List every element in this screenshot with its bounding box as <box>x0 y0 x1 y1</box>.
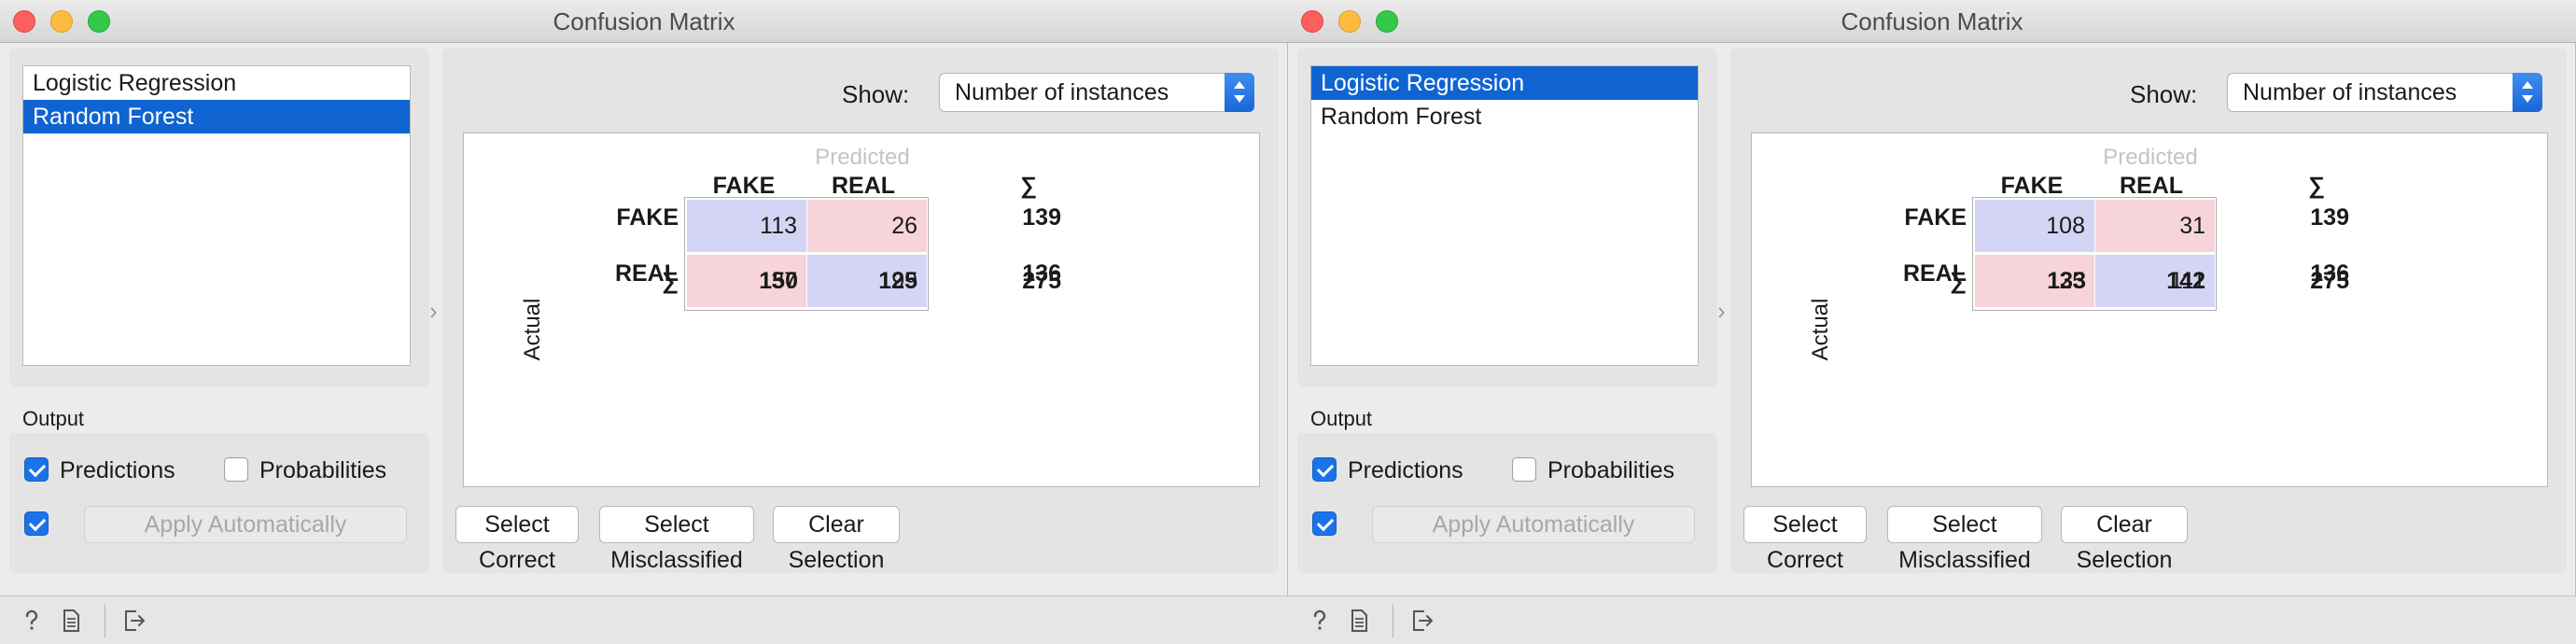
probabilities-label: Probabilities <box>1547 457 1675 483</box>
learners-panel: Logistic Regression Random Forest <box>1297 49 1717 386</box>
window-title: Confusion Matrix <box>1841 7 2023 35</box>
report-icon[interactable] <box>1346 608 1372 634</box>
predictions-label: Predictions <box>1348 457 1463 483</box>
confusion-matrix-window-2: Confusion Matrix Logistic Regression Ran… <box>1288 0 2576 644</box>
column-header-real: REAL <box>831 173 896 199</box>
clear-selection-button[interactable]: Clear Selection <box>773 506 900 573</box>
predictions-checkbox[interactable] <box>1312 457 1337 482</box>
show-label: Show: <box>842 80 910 108</box>
learners-panel: Logistic Regression Random Forest <box>9 49 429 386</box>
show-select-value: Number of instances <box>2243 79 2457 105</box>
column-header-sum: ∑ <box>2308 173 2325 199</box>
predicted-axis-label: Predicted <box>2103 145 2198 170</box>
show-select[interactable]: Number of instances <box>2227 73 2542 112</box>
show-label: Show: <box>2130 80 2198 108</box>
column-sum-real: 125 <box>878 268 917 294</box>
chevron-updown-icon <box>2513 73 2542 112</box>
report-icon[interactable] <box>58 608 84 634</box>
matrix-cell[interactable]: 113 <box>687 200 806 252</box>
probabilities-checkbox[interactable] <box>1512 457 1536 482</box>
learner-item-random-forest[interactable]: Random Forest <box>1311 100 1698 133</box>
select-misclassified-button[interactable]: Select Misclassified <box>1887 506 2042 573</box>
row-sum-fake: 139 <box>1022 204 1061 231</box>
splitter-handle[interactable]: › <box>429 297 438 326</box>
output-panel: Predictions Probabilities Apply Automati… <box>9 433 429 573</box>
output-panel: Predictions Probabilities Apply Automati… <box>1297 433 1717 573</box>
row-header-sum: ∑ <box>1950 268 1967 294</box>
clear-selection-button[interactable]: Clear Selection <box>2061 506 2188 573</box>
help-icon[interactable] <box>19 608 45 634</box>
column-sum-fake: 150 <box>759 268 798 294</box>
title-bar: Confusion Matrix <box>1288 0 2576 43</box>
show-select[interactable]: Number of instances <box>939 73 1254 112</box>
splitter-handle[interactable]: › <box>1717 297 1726 326</box>
apply-automatically-button[interactable]: Apply Automatically <box>1372 506 1695 543</box>
apply-automatically-checkbox[interactable] <box>1312 511 1337 536</box>
column-sum-real: 142 <box>2166 268 2205 294</box>
matrix-cell[interactable]: 26 <box>807 200 927 252</box>
row-header-fake: FAKE <box>1904 204 1967 231</box>
select-misclassified-button[interactable]: Select Misclassified <box>599 506 754 573</box>
column-header-fake: FAKE <box>2000 173 2064 199</box>
row-header-fake: FAKE <box>616 204 679 231</box>
confusion-matrix-window-1: Confusion Matrix Logistic Regression Ran… <box>0 0 1288 644</box>
grand-total: 275 <box>1022 268 1061 294</box>
predictions-checkbox[interactable] <box>24 457 49 482</box>
help-icon[interactable] <box>1307 608 1333 634</box>
probabilities-label: Probabilities <box>259 457 387 483</box>
column-header-fake: FAKE <box>712 173 776 199</box>
predictions-label: Predictions <box>60 457 175 483</box>
learner-item-random-forest[interactable]: Random Forest <box>23 100 410 133</box>
learner-item-logistic-regression[interactable]: Logistic Regression <box>23 66 410 100</box>
row-header-sum: ∑ <box>662 268 679 294</box>
confusion-matrix-table: Predicted Actual FAKE REAL ∑ FAKE REAL 1… <box>463 133 1260 487</box>
learners-list[interactable]: Logistic Regression Random Forest <box>1310 65 1699 366</box>
output-section-label: Output <box>22 407 85 430</box>
output-section-label: Output <box>1310 407 1373 430</box>
show-select-value: Number of instances <box>955 79 1169 105</box>
column-sum-fake: 133 <box>2047 268 2086 294</box>
title-bar: Confusion Matrix <box>0 0 1288 43</box>
learners-list[interactable]: Logistic Regression Random Forest <box>22 65 411 366</box>
confusion-matrix-table: Predicted Actual FAKE REAL ∑ FAKE REAL 1… <box>1751 133 2548 487</box>
column-header-real: REAL <box>2119 173 2184 199</box>
matrix-cell[interactable]: 31 <box>2095 200 2215 252</box>
window-title: Confusion Matrix <box>553 7 735 35</box>
status-bar <box>0 595 1288 644</box>
grand-total: 275 <box>2310 268 2349 294</box>
apply-automatically-checkbox[interactable] <box>24 511 49 536</box>
matrix-panel: Show: Number of instances Predicted Actu… <box>442 49 1279 573</box>
row-sum-fake: 139 <box>2310 204 2349 231</box>
actual-axis-label: Actual <box>1808 298 1833 361</box>
column-header-sum: ∑ <box>1020 173 1037 199</box>
output-icon[interactable] <box>1409 608 1435 634</box>
select-correct-button[interactable]: Select Correct <box>455 506 579 573</box>
learner-item-logistic-regression[interactable]: Logistic Regression <box>1311 66 1698 100</box>
matrix-cell[interactable]: 108 <box>1975 200 2094 252</box>
matrix-panel: Show: Number of instances Predicted Actu… <box>1730 49 2567 573</box>
output-icon[interactable] <box>121 608 147 634</box>
select-correct-button[interactable]: Select Correct <box>1743 506 1867 573</box>
actual-axis-label: Actual <box>520 298 545 361</box>
status-bar <box>1288 595 2576 644</box>
chevron-updown-icon <box>1225 73 1254 112</box>
predicted-axis-label: Predicted <box>815 145 910 170</box>
probabilities-checkbox[interactable] <box>224 457 248 482</box>
apply-automatically-button[interactable]: Apply Automatically <box>84 506 407 543</box>
